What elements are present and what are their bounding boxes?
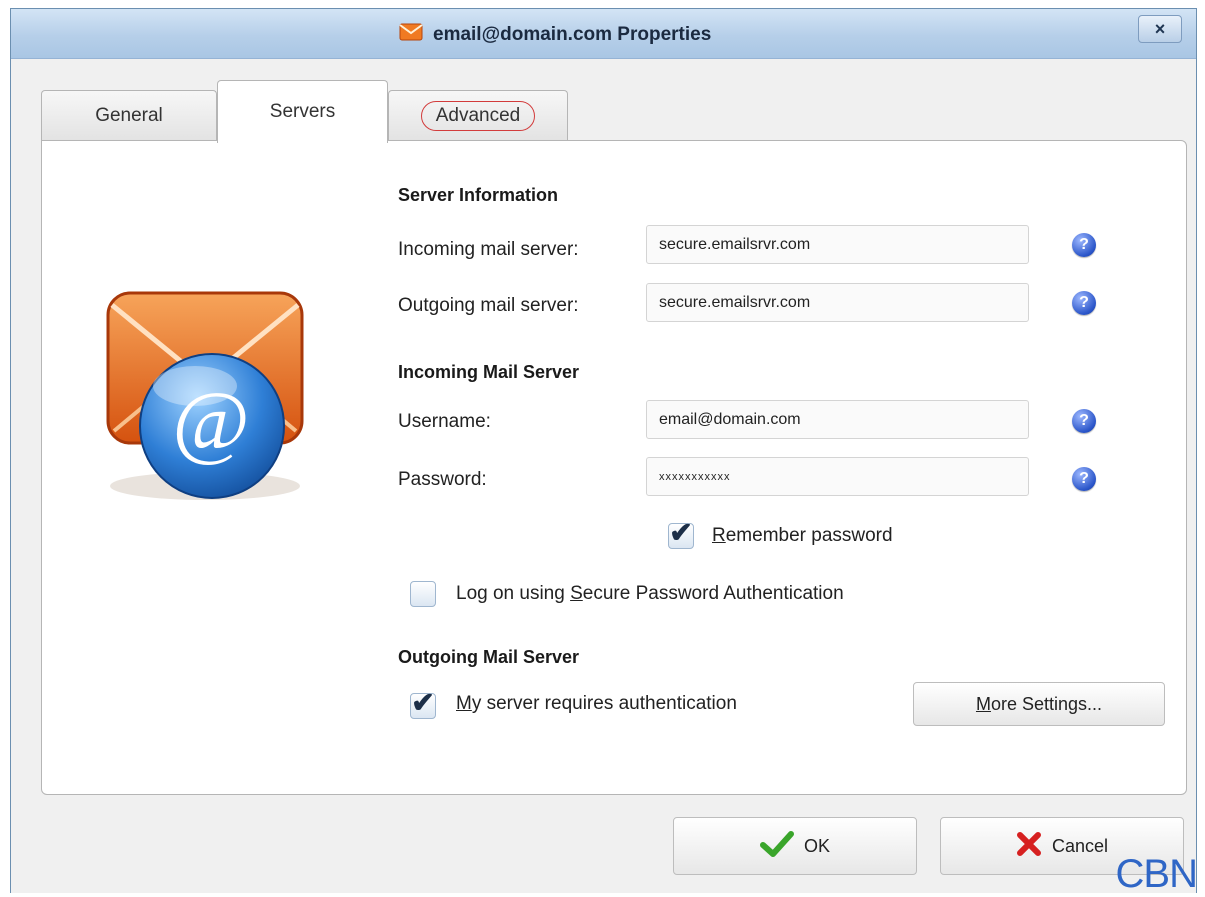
tab-servers[interactable]: Servers — [217, 80, 388, 143]
server-auth-checkbox[interactable]: ✔ — [410, 689, 436, 719]
tab-general[interactable]: General — [41, 90, 217, 140]
spa-checkbox[interactable] — [410, 581, 436, 607]
spa-mnemonic: S — [570, 583, 583, 604]
email-at-icon: @ — [100, 281, 310, 511]
remember-password-checkbox[interactable]: ✔ — [668, 519, 694, 549]
remember-password-text: emember password — [725, 525, 893, 546]
password-label: Password: — [398, 469, 487, 490]
help-icon-incoming-server[interactable]: ? — [1072, 233, 1096, 257]
title-group: email@domain.com Properties — [399, 23, 711, 46]
servers-panel: @ Server Information Incoming mail serve… — [41, 140, 1187, 795]
logo-at-symbol: @ — [172, 375, 250, 468]
incoming-server-field[interactable]: secure.emailsrvr.com — [646, 225, 1029, 264]
server-auth-text: y server requires authentication — [471, 693, 737, 714]
server-auth-label[interactable]: My server requires authentication — [456, 693, 737, 715]
cancel-label: Cancel — [1051, 835, 1109, 856]
ok-label: OK — [803, 835, 830, 856]
incoming-server-label: Incoming mail server: — [398, 239, 579, 260]
tab-advanced[interactable]: Advanced — [388, 90, 568, 140]
checkmark-icon: ✔ — [669, 517, 693, 548]
help-icon-outgoing-server[interactable]: ? — [1072, 291, 1096, 315]
window-title: email@domain.com Properties — [433, 23, 712, 45]
heading-incoming-mail-server: Incoming Mail Server — [398, 362, 580, 382]
username-field[interactable]: email@domain.com — [646, 400, 1029, 439]
tab-advanced-label: Advanced — [420, 100, 536, 131]
more-settings-label: More Settings... — [976, 694, 1102, 715]
remember-password-label[interactable]: Remember password — [712, 525, 893, 547]
server-auth-mnemonic: M — [456, 693, 472, 714]
heading-server-information: Server Information — [398, 185, 559, 205]
ok-button[interactable]: OK — [673, 817, 917, 875]
more-settings-text: ore Settings... — [990, 693, 1103, 714]
more-settings-button[interactable]: More Settings... — [913, 682, 1165, 726]
close-button[interactable]: × — [1138, 15, 1182, 43]
tab-servers-label: Servers — [269, 101, 336, 122]
remember-password-mnemonic: R — [712, 525, 726, 546]
watermark-text: CBN — [1115, 852, 1198, 896]
more-settings-mnemonic: M — [975, 693, 991, 714]
tab-general-label: General — [95, 104, 163, 126]
spa-label[interactable]: Log on using Secure Password Authenticat… — [456, 583, 844, 605]
username-label: Username: — [398, 411, 491, 432]
properties-dialog: email@domain.com Properties × General Se… — [10, 8, 1197, 893]
outgoing-server-field[interactable]: secure.emailsrvr.com — [646, 283, 1029, 322]
checkmark-icon: ✔ — [411, 687, 435, 718]
outgoing-server-label: Outgoing mail server: — [398, 295, 579, 316]
title-bar[interactable]: email@domain.com Properties × — [11, 9, 1196, 59]
spa-text-prefix: Log on using — [456, 583, 571, 604]
red-x-icon — [1016, 831, 1042, 862]
envelope-icon — [399, 23, 423, 46]
help-icon-username[interactable]: ? — [1072, 409, 1096, 433]
spa-text-rest: ecure Password Authentication — [582, 583, 844, 604]
close-icon: × — [1154, 18, 1166, 39]
help-icon-password[interactable]: ? — [1072, 467, 1096, 491]
checkmark-icon — [759, 830, 794, 862]
heading-outgoing-mail-server: Outgoing Mail Server — [398, 647, 580, 667]
password-field[interactable]: xxxxxxxxxxx — [646, 457, 1029, 496]
